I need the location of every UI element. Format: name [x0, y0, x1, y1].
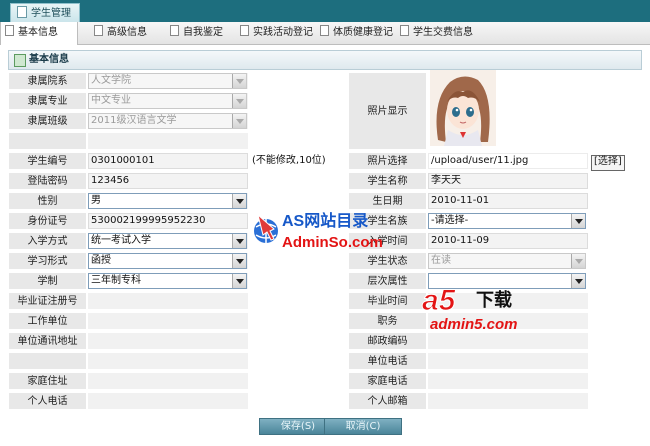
page-icon	[170, 25, 179, 36]
label-department: 隶属院系	[8, 72, 87, 90]
work-unit-field[interactable]	[87, 312, 249, 330]
cell-blank	[87, 352, 249, 370]
email-field[interactable]	[427, 392, 589, 410]
label-blank	[8, 132, 87, 150]
class-select[interactable]: 2011级汉语言文学	[88, 113, 247, 129]
status-select[interactable]: 在读	[428, 253, 586, 269]
label-photo-select: 照片选择	[348, 152, 427, 170]
chevron-down-icon	[232, 234, 246, 248]
study-length-select[interactable]: 三年制专科	[88, 273, 247, 289]
chevron-down-icon	[232, 274, 246, 288]
chevron-down-icon	[232, 254, 246, 268]
label-password: 登陆密码	[8, 172, 87, 190]
page-icon	[400, 25, 409, 36]
work-address-field[interactable]	[87, 332, 249, 350]
chevron-down-icon	[232, 114, 246, 128]
student-no-note: (不能修改,10位)	[252, 155, 326, 166]
home-phone-field[interactable]	[427, 372, 589, 390]
section-header: 基本信息	[8, 50, 642, 70]
label-id-card: 身份证号	[8, 212, 87, 230]
tab-practice-activity[interactable]: 实践活动登记	[240, 22, 313, 44]
watermark-line1: AS网站目录	[282, 211, 368, 230]
label-level: 层次属性	[348, 272, 427, 290]
birth-date-field[interactable]: 2010-11-01	[428, 193, 588, 209]
label-work-unit: 工作单位	[8, 312, 87, 330]
enroll-method-select[interactable]: 统一考试入学	[88, 233, 247, 249]
page-icon	[17, 6, 27, 18]
label-home-address: 家庭住址	[8, 372, 87, 390]
student-photo	[430, 70, 496, 146]
department-select[interactable]: 人文学院	[88, 73, 247, 89]
page-icon	[94, 25, 103, 36]
module-tab-student-management[interactable]: 学生管理	[10, 3, 80, 23]
phone-field[interactable]	[87, 392, 249, 410]
chevron-down-icon	[571, 254, 585, 268]
cell-blank	[87, 132, 249, 150]
choose-photo-button[interactable]: [选择]	[591, 155, 625, 171]
student-name-field[interactable]: 李天天	[428, 173, 588, 189]
chevron-down-icon	[232, 194, 246, 208]
adminso-watermark: AS网站目录 AdminSo.com	[252, 207, 402, 253]
label-work-phone: 单位电话	[348, 352, 427, 370]
study-form-select[interactable]: 函授	[88, 253, 247, 269]
cancel-button[interactable]: 取消(C)	[324, 418, 402, 435]
label-student-name: 学生名称	[348, 172, 427, 190]
label-blank	[8, 352, 87, 370]
a5-logo: a5	[422, 284, 457, 317]
form-icon	[14, 54, 26, 67]
label-graduation-time: 毕业时间	[348, 292, 427, 310]
chevron-down-icon	[571, 274, 585, 288]
gender-select[interactable]: 男	[88, 193, 247, 209]
tab-physical-health[interactable]: 体质健康登记	[320, 22, 393, 44]
label-postcode: 邮政编码	[348, 332, 427, 350]
major-select[interactable]: 中文专业	[88, 93, 247, 109]
section-title: 基本信息	[29, 54, 69, 65]
label-study-length: 学制	[8, 272, 87, 290]
label-enroll-method: 入学方式	[8, 232, 87, 250]
photo-path-field[interactable]: /upload/user/11.jpg	[428, 153, 588, 169]
id-card-field[interactable]: 530002199995952230	[88, 213, 248, 229]
tab-self-assessment[interactable]: 自我鉴定	[170, 22, 223, 44]
password-field[interactable]: 123456	[88, 173, 248, 189]
label-gender: 性别	[8, 192, 87, 210]
tab-strip: 基本信息 高级信息 自我鉴定 实践活动登记 体质健康登记 学生交费信息	[0, 22, 650, 45]
label-class: 隶属班级	[8, 112, 87, 130]
watermark-line2: AdminSo.com	[282, 234, 383, 251]
nation-select[interactable]: -请选择-	[428, 213, 586, 229]
chevron-down-icon	[571, 214, 585, 228]
tab-basic-info[interactable]: 基本信息	[0, 22, 78, 45]
enroll-date-field[interactable]: 2010-11-09	[428, 233, 588, 249]
page-icon	[240, 25, 249, 36]
label-status: 学生状态	[348, 252, 427, 270]
download-label: 下载	[476, 289, 512, 311]
label-position: 职务	[348, 312, 427, 330]
label-phone: 个人电话	[8, 392, 87, 410]
page-icon	[320, 25, 329, 36]
label-home-phone: 家庭电话	[348, 372, 427, 390]
page-icon	[5, 25, 14, 36]
label-work-address: 单位通讯地址	[8, 332, 87, 350]
label-email: 个人邮箱	[348, 392, 427, 410]
admin5-watermark: a5 下载 admin5.com	[420, 280, 566, 334]
home-address-field[interactable]	[87, 372, 249, 390]
label-student-no: 学生编号	[8, 152, 87, 170]
label-diploma-no: 毕业证注册号	[8, 292, 87, 310]
app-title-bar: 学生管理	[0, 0, 650, 23]
chevron-down-icon	[232, 94, 246, 108]
label-study-form: 学习形式	[8, 252, 87, 270]
admin5-site: admin5.com	[430, 316, 518, 333]
postcode-field[interactable]	[427, 332, 589, 350]
work-phone-field[interactable]	[427, 352, 589, 370]
label-major: 隶属专业	[8, 92, 87, 110]
chevron-down-icon	[232, 74, 246, 88]
diploma-no-field[interactable]	[87, 292, 249, 310]
label-photo-display: 照片显示	[348, 72, 427, 150]
student-no-field[interactable]: 0301000101	[88, 153, 248, 169]
tab-advanced-info[interactable]: 高级信息	[94, 22, 147, 44]
tab-fee-info[interactable]: 学生交费信息	[400, 22, 473, 44]
